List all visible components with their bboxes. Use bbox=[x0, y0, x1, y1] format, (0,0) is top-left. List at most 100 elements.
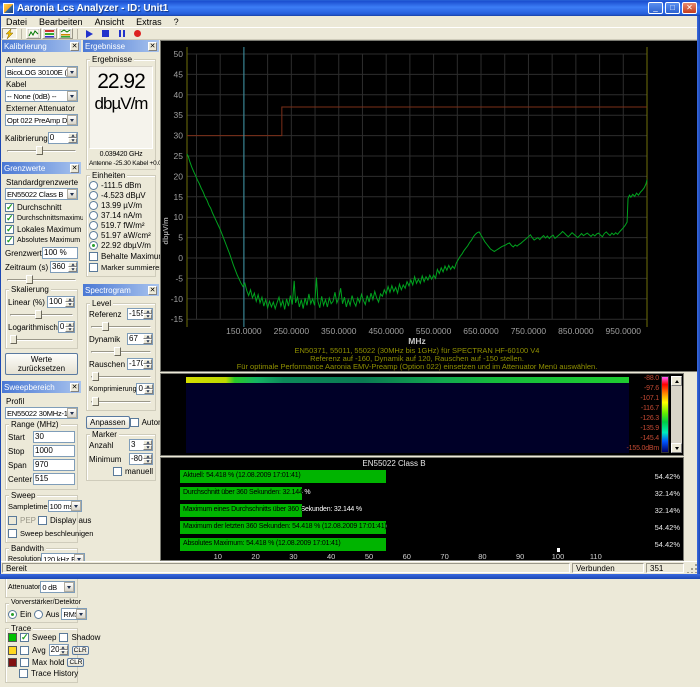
spectrogram-scrollbar[interactable] bbox=[671, 376, 682, 453]
pause-button[interactable] bbox=[114, 28, 129, 39]
kabel-select[interactable]: -- None (0dB) -- bbox=[5, 90, 78, 102]
sweep-beschleunigen-checkbox[interactable]: Sweep beschleunigen bbox=[8, 529, 75, 538]
referenz-stepper[interactable]: -155 bbox=[127, 308, 153, 320]
linear-stepper[interactable]: 100 bbox=[47, 296, 75, 308]
spin-down-icon[interactable] bbox=[143, 364, 152, 369]
unit-option-2[interactable]: 13.99 µV/m bbox=[89, 201, 153, 210]
attenuator-select[interactable]: 0 dB bbox=[40, 581, 75, 593]
menu-extras[interactable]: Extras bbox=[130, 16, 168, 27]
panel-header-sweepbereich[interactable]: Sweepbereich ✕ bbox=[2, 381, 81, 393]
spectrogram-view-button[interactable] bbox=[42, 28, 57, 39]
spectrum-view-button[interactable] bbox=[26, 28, 41, 39]
externer-attenuator-select[interactable]: Opt 022 PreAmp DC-10 bbox=[5, 114, 78, 126]
anzahl-stepper[interactable]: 3 bbox=[129, 439, 153, 451]
detektor-select[interactable]: RMS bbox=[61, 608, 87, 620]
spin-down-icon[interactable] bbox=[68, 267, 77, 272]
spin-down-icon[interactable] bbox=[143, 445, 152, 450]
unit-option-5[interactable]: 51.97 aW/cm² bbox=[89, 231, 153, 240]
aus-radio[interactable]: Aus bbox=[34, 610, 60, 619]
avg-trace-color-swatch[interactable] bbox=[8, 646, 17, 655]
spin-down-icon[interactable] bbox=[59, 650, 68, 655]
panel-header-spectrogram[interactable]: Spectrogram ✕ bbox=[83, 284, 159, 296]
grenzwerte-check-3[interactable]: Absolutes Maximum bbox=[5, 236, 78, 245]
maxhold-trace-color-swatch[interactable] bbox=[8, 658, 17, 667]
unit-option-1[interactable]: -4.523 dBµV bbox=[89, 191, 153, 200]
span-field[interactable]: 970 bbox=[33, 459, 75, 471]
minimize-button[interactable]: _ bbox=[648, 2, 663, 14]
profil-select[interactable]: EN55022 30MHz-1GH bbox=[5, 407, 78, 419]
antenne-select[interactable]: BicoLOG 30100E (20M bbox=[5, 66, 78, 78]
spin-down-icon[interactable] bbox=[143, 459, 152, 464]
unit-option-6[interactable]: 22.92 dbµV/m bbox=[89, 241, 153, 250]
unit-option-0[interactable]: -111.5 dBm bbox=[89, 181, 153, 190]
grenzwerte-check-2[interactable]: Lokales Maximum bbox=[5, 225, 78, 234]
menu-help[interactable]: ? bbox=[168, 16, 185, 27]
minimum-stepper[interactable]: -80 bbox=[129, 453, 153, 465]
close-panel-icon[interactable]: ✕ bbox=[148, 42, 157, 51]
spin-down-icon[interactable] bbox=[68, 138, 77, 143]
menu-ansicht[interactable]: Ansicht bbox=[89, 16, 131, 27]
spin-down-icon[interactable] bbox=[65, 302, 74, 307]
grenzwerte-check-0[interactable]: Durchschnitt bbox=[5, 203, 78, 212]
avg-clr-button[interactable]: CLR bbox=[72, 646, 89, 655]
maximize-button[interactable]: □ bbox=[665, 2, 680, 14]
stop-field[interactable]: 1000 bbox=[33, 445, 75, 457]
dynamik-stepper[interactable]: 67 bbox=[127, 333, 153, 345]
grenzwerte-check-1[interactable]: Durchschnittsmaximum bbox=[5, 214, 78, 223]
unit-option-4[interactable]: 519.7 fW/m² bbox=[89, 221, 153, 230]
anpassen-button[interactable]: Anpassen bbox=[86, 416, 130, 429]
komprimierung-stepper[interactable]: 0 bbox=[136, 383, 153, 395]
split-view-button[interactable] bbox=[58, 28, 73, 39]
trace-shadow-checkbox[interactable] bbox=[59, 633, 68, 642]
pep-checkbox[interactable]: PEP bbox=[8, 516, 36, 525]
behalte-maximum-checkbox[interactable]: Behalte Maximum bbox=[89, 252, 153, 261]
close-panel-icon[interactable]: ✕ bbox=[148, 286, 157, 295]
start-field[interactable]: 30 bbox=[33, 431, 75, 443]
manuell-checkbox[interactable]: manuell bbox=[89, 467, 153, 476]
grenzwert-field[interactable]: 100 % bbox=[42, 247, 78, 259]
trace-sweep-checkbox[interactable] bbox=[20, 633, 29, 642]
marker-summieren-checkbox[interactable]: Marker summieren bbox=[89, 263, 153, 272]
rauschen-stepper[interactable]: -170 bbox=[127, 358, 153, 370]
maxhold-clr-button[interactable]: CLR bbox=[67, 658, 84, 667]
play-button[interactable] bbox=[82, 28, 97, 39]
spin-down-icon[interactable] bbox=[65, 327, 74, 332]
spin-down-icon[interactable] bbox=[143, 339, 152, 344]
kalibrierung-stepper[interactable]: 0 bbox=[48, 132, 78, 144]
dynamik-slider[interactable] bbox=[91, 347, 151, 356]
trace-maxhold-checkbox[interactable] bbox=[20, 658, 29, 667]
zeitraum-stepper[interactable]: 360 bbox=[50, 261, 78, 273]
trace-history-checkbox[interactable]: Trace History bbox=[8, 669, 75, 678]
logarithmisch-slider[interactable] bbox=[10, 335, 73, 344]
center-field[interactable]: 515 bbox=[33, 473, 75, 485]
close-button[interactable]: ✕ bbox=[682, 2, 697, 14]
komprimierung-slider[interactable] bbox=[91, 397, 151, 406]
scroll-up-icon[interactable] bbox=[671, 376, 682, 386]
panel-header-kalibrierung[interactable]: Kalibrierung ✕ bbox=[2, 40, 81, 52]
kalibrierung-slider[interactable] bbox=[7, 146, 76, 155]
close-panel-icon[interactable]: ✕ bbox=[70, 383, 79, 392]
unit-option-3[interactable]: 37.14 nA/m bbox=[89, 211, 153, 220]
close-panel-icon[interactable]: ✕ bbox=[70, 42, 79, 51]
werte-zuruecksetzen-button[interactable]: Werte zurücksetzen bbox=[5, 353, 78, 375]
scroll-down-icon[interactable] bbox=[671, 443, 682, 453]
title-bar[interactable]: Aaronia Lcs Analyzer - ID: Unit1 _ □ ✕ bbox=[0, 0, 700, 16]
linear-slider[interactable] bbox=[10, 310, 73, 319]
standardgrenzwerte-select[interactable]: EN55022 Class B bbox=[5, 188, 78, 200]
panel-header-grenzwerte[interactable]: Grenzwerte ✕ bbox=[2, 162, 81, 174]
menu-bearbeiten[interactable]: Bearbeiten bbox=[33, 16, 89, 27]
menu-datei[interactable]: Datei bbox=[0, 16, 33, 27]
sampletime-select[interactable]: 100 ms bbox=[48, 500, 82, 512]
spin-down-icon[interactable] bbox=[143, 314, 152, 319]
sweep-trace-color-swatch[interactable] bbox=[8, 633, 17, 642]
panel-header-ergebnisse[interactable]: Ergebnisse ✕ bbox=[83, 40, 159, 52]
spin-down-icon[interactable] bbox=[144, 389, 153, 394]
avg-stepper[interactable]: 20 bbox=[49, 644, 69, 656]
trace-avg-checkbox[interactable] bbox=[20, 646, 29, 655]
referenz-slider[interactable] bbox=[91, 322, 151, 331]
close-panel-icon[interactable]: ✕ bbox=[70, 164, 79, 173]
ein-radio[interactable]: Ein bbox=[8, 610, 32, 619]
stop-button[interactable] bbox=[98, 28, 113, 39]
logarithmisch-stepper[interactable]: 0 bbox=[58, 321, 75, 333]
record-button[interactable] bbox=[130, 28, 145, 39]
